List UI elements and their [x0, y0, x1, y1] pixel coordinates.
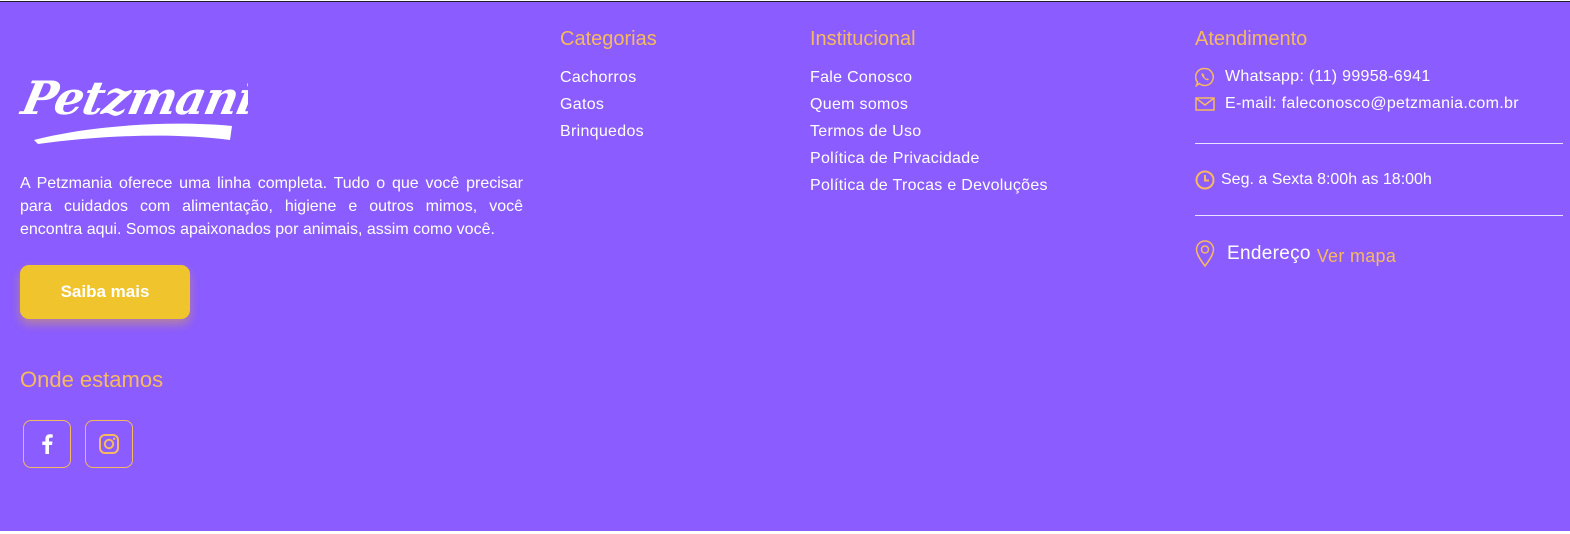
business-hours: Seg. a Sexta 8:00h as 18:00h	[1195, 170, 1432, 190]
email-text: E-mail: faleconosco@petzmania.com.br	[1225, 95, 1519, 112]
support-divider-2	[1195, 215, 1563, 216]
map-pin-icon	[1195, 240, 1215, 268]
institutional-list: Fale Conosco Quem somos Termos de Uso Po…	[810, 64, 1048, 199]
category-link-gatos[interactable]: Gatos	[560, 91, 644, 118]
institutional-link-termos-de-uso[interactable]: Termos de Uso	[810, 118, 1048, 145]
brand-description: A Petzmania oferece uma linha completa. …	[20, 175, 523, 238]
logo-text: Petzmania	[18, 74, 248, 125]
site-footer: Petzmania A Petzmania oferece uma linha …	[0, 1, 1570, 531]
categories-list: Cachorros Gatos Brinquedos	[560, 64, 644, 145]
institutional-link-politica-privacidade[interactable]: Política de Privacidade	[810, 145, 1048, 172]
clock-icon	[1195, 170, 1215, 190]
institutional-link-quem-somos[interactable]: Quem somos	[810, 91, 1048, 118]
whatsapp-contact[interactable]: Whatsapp: (11) 99958-6941	[1195, 67, 1431, 87]
categories-title: Categorias	[560, 28, 657, 50]
address-row: Endereço Ver mapa	[1195, 240, 1396, 268]
email-contact[interactable]: E-mail: faleconosco@petzmania.com.br	[1195, 94, 1519, 114]
logo-swoosh	[34, 123, 232, 144]
address-label: Endereço	[1227, 243, 1311, 264]
mail-icon	[1195, 94, 1215, 114]
saiba-mais-button[interactable]: Saiba mais	[20, 265, 190, 319]
instagram-icon	[99, 434, 119, 454]
facebook-link[interactable]	[23, 420, 71, 468]
support-title: Atendimento	[1195, 28, 1308, 50]
where-we-are-title: Onde estamos	[20, 367, 164, 392]
facebook-icon	[42, 434, 53, 454]
petzmania-logo[interactable]: Petzmania	[18, 74, 248, 150]
whatsapp-icon	[1195, 67, 1215, 87]
hours-text: Seg. a Sexta 8:00h as 18:00h	[1221, 171, 1432, 188]
institutional-title: Institucional	[810, 28, 916, 50]
institutional-link-politica-trocas[interactable]: Política de Trocas e Devoluções	[810, 172, 1048, 199]
whatsapp-text: Whatsapp: (11) 99958-6941	[1225, 68, 1431, 85]
instagram-link[interactable]	[85, 420, 133, 468]
view-map-link[interactable]: Ver mapa	[1317, 246, 1396, 267]
support-divider-1	[1195, 143, 1563, 144]
category-link-cachorros[interactable]: Cachorros	[560, 64, 644, 91]
institutional-link-fale-conosco[interactable]: Fale Conosco	[810, 64, 1048, 91]
category-link-brinquedos[interactable]: Brinquedos	[560, 118, 644, 145]
